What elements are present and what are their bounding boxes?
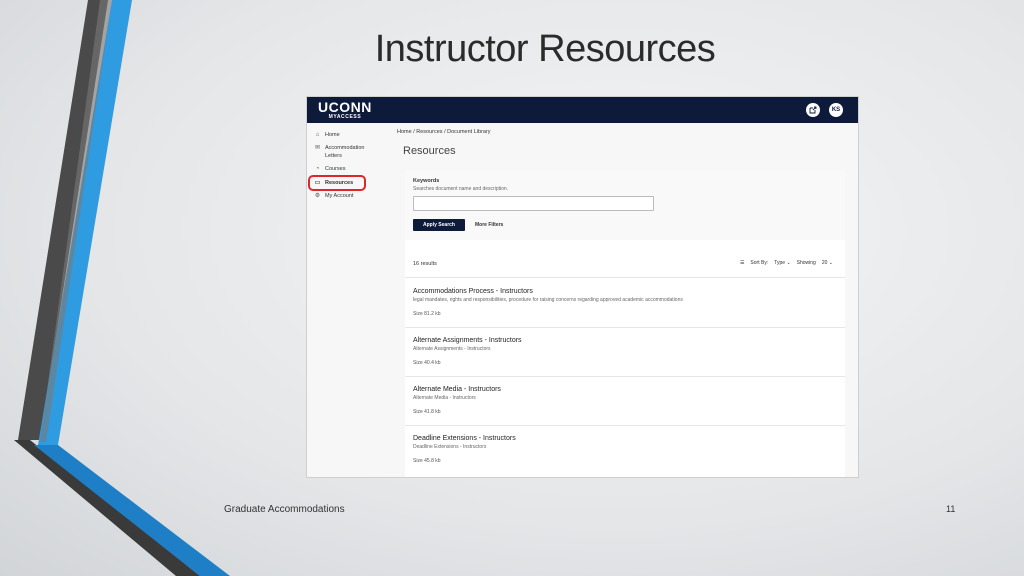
sort-icon: ☰ [739, 260, 745, 266]
sort-select[interactable]: Type ⌄ [774, 260, 790, 266]
slide-page-number: 11 [946, 504, 956, 514]
divider [405, 277, 845, 278]
list-item[interactable]: Deadline Extensions - Instructors Deadli… [413, 434, 516, 464]
list-item[interactable]: Alternate Media - Instructors Alternate … [413, 385, 501, 415]
search-panel: Keywords Searches document name and desc… [405, 170, 845, 240]
showing-value: 20 [821, 260, 828, 266]
sidebar-item-my-account[interactable]: ⚙ My Account [313, 192, 354, 200]
external-link-icon[interactable] [806, 103, 820, 117]
showing-label: Showing [796, 260, 816, 266]
divider [405, 327, 845, 328]
sort-label: Sort By: [750, 260, 769, 266]
chevron-down-icon: ⌄ [786, 260, 791, 266]
result-size: Size 45.8 kb [413, 458, 441, 464]
page-title: Resources [403, 145, 456, 157]
chevron-down-icon: ⌄ [828, 260, 833, 266]
result-size: Size 41.8 kb [413, 409, 441, 415]
list-item[interactable]: Alternate Assignments - Instructors Alte… [413, 336, 522, 366]
result-title[interactable]: Accommodations Process - Instructors [413, 287, 683, 296]
keywords-label: Keywords [413, 178, 440, 184]
showing-select[interactable]: 20 ⌄ [822, 260, 833, 266]
sidebar-item-label: Accommodation Letters [325, 145, 365, 159]
slide-footer: Graduate Accommodations [224, 504, 345, 515]
more-filters-button[interactable]: More Filters [475, 222, 503, 228]
sidebar-item-courses[interactable]: ◔ Courses [313, 165, 346, 173]
result-description: Alternate Media - Instructors [413, 395, 476, 401]
results-panel: 16 results ☰ Sort By: Type ⌄ Showing 20 … [405, 240, 845, 477]
logo-main-text: UCONN [318, 99, 372, 115]
account-icon: ⚙ [314, 193, 321, 199]
decorative-stripes [14, 0, 230, 576]
result-title[interactable]: Alternate Media - Instructors [413, 385, 501, 394]
highlight-annotation [308, 175, 366, 191]
home-icon: ⌂ [315, 132, 320, 138]
divider [405, 376, 845, 377]
results-count: 16 results [413, 261, 437, 267]
sort-controls: ☰ Sort By: Type ⌄ Showing 20 ⌄ [740, 260, 833, 266]
letters-icon: ✉ [314, 145, 321, 151]
result-description: legal mandates, rights and responsibilit… [413, 297, 683, 303]
result-size: Size 81.2 kb [413, 311, 441, 317]
app-screenshot: UCONN MYACCESS KS ⌂ Home ✉ Accommodation… [306, 96, 859, 478]
sidebar-item-label: My Account [325, 193, 354, 199]
courses-icon: ◔ [315, 166, 320, 172]
uconn-logo[interactable]: UCONN MYACCESS [318, 100, 372, 120]
sidebar-item-accommodation-letters[interactable]: ✉ Accommodation Letters [313, 144, 371, 160]
sidebar-item-home[interactable]: ⌂ Home [313, 131, 340, 139]
keywords-help-text: Searches document name and description. [413, 186, 509, 192]
top-navbar: UCONN MYACCESS KS [307, 97, 858, 123]
sort-value: Type [774, 260, 786, 266]
result-size: Size 40.4 kb [413, 360, 441, 366]
result-title[interactable]: Deadline Extensions - Instructors [413, 434, 516, 443]
sidebar-item-label: Courses [325, 166, 346, 172]
result-description: Deadline Extensions - Instructors [413, 444, 487, 450]
slide-title: Instructor Resources [374, 28, 716, 70]
list-item[interactable]: Accommodations Process - Instructors leg… [413, 287, 683, 317]
keywords-input[interactable] [413, 196, 654, 211]
result-description: Alternate Assignments - Instructors [413, 346, 491, 352]
sidebar-item-label: Home [325, 132, 340, 138]
user-avatar[interactable]: KS [829, 103, 843, 117]
result-title[interactable]: Alternate Assignments - Instructors [413, 336, 522, 345]
breadcrumb[interactable]: Home / Resources / Document Library [397, 129, 491, 135]
divider [405, 425, 845, 426]
apply-search-button[interactable]: Apply Search [413, 219, 465, 231]
